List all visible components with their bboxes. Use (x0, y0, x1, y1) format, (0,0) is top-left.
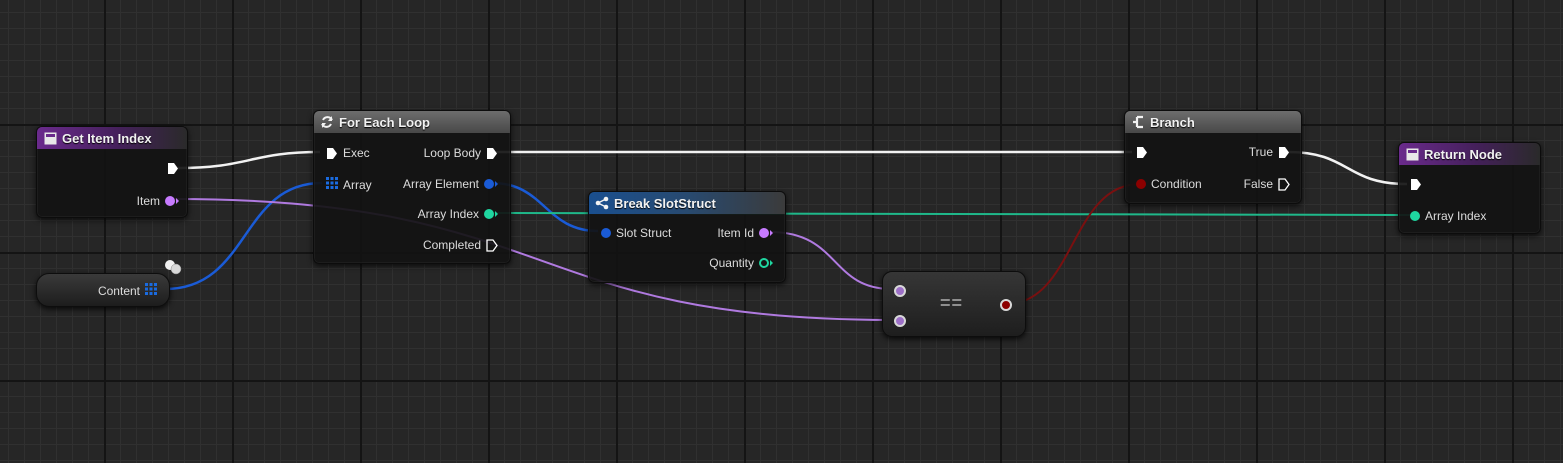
array-pin-label: Array (343, 177, 372, 192)
slot-struct-pin-label: Slot Struct (616, 226, 672, 240)
loop-body-pin-label: Loop Body (423, 146, 481, 160)
return-node-header[interactable]: Return Node (1399, 143, 1540, 165)
break-slot-struct-input-pin[interactable]: Slot Struct (601, 226, 676, 240)
struct-pin-icon (484, 179, 494, 189)
pin-arrow-icon (176, 198, 179, 204)
branch-exec-in-pin[interactable] (1136, 146, 1148, 159)
branch-condition-pin[interactable]: Condition (1136, 177, 1207, 191)
return-array-index-label: Array Index (1425, 209, 1487, 223)
pin-arrow-icon (770, 260, 773, 266)
break-struct-icon (595, 196, 609, 210)
for-each-loop-body-pin[interactable]: Loop Body (419, 146, 498, 160)
name-pin-icon (759, 228, 769, 238)
branch-header[interactable]: Branch (1125, 111, 1301, 133)
for-each-loop-header[interactable]: For Each Loop (314, 111, 510, 133)
for-each-array-index-pin[interactable]: Array Index (413, 207, 498, 221)
content-output-pin[interactable]: Content (93, 283, 157, 298)
break-slot-struct-node[interactable]: Break SlotStruct Slot Struct Item Id Qua… (588, 191, 786, 283)
struct-pin-icon (601, 228, 611, 238)
bool-pin-icon (1000, 299, 1012, 311)
true-pin-label: True (1248, 145, 1273, 159)
array-index-pin-label: Array Index (417, 207, 479, 221)
wire-equals-to-condition (1005, 183, 1141, 305)
content-label: Content (97, 283, 140, 298)
array-pin-icon (145, 283, 157, 298)
return-node-title: Return Node (1424, 146, 1502, 162)
array-element-pin-label: Array Element (402, 177, 479, 191)
name-pin-icon (165, 196, 175, 206)
equals-input-b-pin[interactable] (894, 314, 906, 332)
item-pin-label: Item (136, 194, 160, 208)
pin-arrow-icon (770, 230, 773, 236)
exec-pin-outline-icon (486, 238, 498, 252)
item-id-pin-label: Item Id (717, 226, 754, 240)
get-item-index-exec-out-pin[interactable] (167, 162, 179, 175)
array-pin-icon (326, 177, 338, 192)
for-each-completed-pin[interactable]: Completed (418, 238, 498, 252)
branch-node[interactable]: Branch Condition True False (1124, 110, 1302, 204)
exec-pin-icon (486, 147, 498, 160)
name-pin-icon (894, 285, 906, 297)
for-each-loop-node[interactable]: For Each Loop Exec Array Loop Body Array… (313, 110, 511, 264)
wire-exec-getitem-to-loop (177, 150, 321, 170)
for-each-loop-title: For Each Loop (339, 114, 430, 130)
for-each-exec-in-pin[interactable]: Exec (326, 146, 375, 160)
pin-arrow-icon (495, 181, 498, 187)
exec-pin-icon (326, 147, 338, 160)
return-array-index-pin[interactable]: Array Index (1410, 209, 1491, 223)
false-pin-label: False (1243, 177, 1273, 191)
pin-arrow-icon (495, 211, 498, 217)
break-slot-struct-header[interactable]: Break SlotStruct (589, 192, 785, 214)
break-item-id-pin[interactable]: Item Id (712, 226, 773, 240)
branch-false-pin[interactable]: False (1239, 177, 1290, 191)
function-icon (1405, 147, 1419, 161)
exec-pin-icon (167, 162, 179, 175)
wire-exec-true-to-return (1287, 150, 1408, 186)
variable-ring-icon (163, 259, 183, 280)
branch-true-pin[interactable]: True (1244, 145, 1290, 159)
get-item-index-node[interactable]: Get Item Index Item (36, 126, 188, 218)
branch-title: Branch (1150, 114, 1195, 130)
exec-pin-label: Exec (343, 146, 370, 160)
name-pin-icon (894, 315, 906, 327)
condition-pin-label: Condition (1151, 177, 1202, 191)
branch-icon (1131, 115, 1145, 129)
quantity-pin-label: Quantity (709, 256, 754, 270)
for-each-array-element-pin[interactable]: Array Element (398, 177, 498, 191)
int-pin-icon (484, 209, 494, 219)
get-item-index-header[interactable]: Get Item Index (37, 127, 187, 149)
exec-pin-outline-icon (1278, 177, 1290, 191)
int-pin-icon (1410, 211, 1420, 221)
exec-pin-icon (1410, 178, 1422, 191)
break-slot-struct-title: Break SlotStruct (614, 195, 716, 211)
equals-operator-label: == (940, 293, 964, 313)
break-quantity-pin[interactable]: Quantity (704, 256, 773, 270)
wire-itemid-to-equals (769, 231, 893, 290)
exec-pin-icon (1136, 146, 1148, 159)
equals-input-a-pin[interactable] (894, 284, 906, 302)
equals-node[interactable]: == (882, 271, 1026, 337)
get-item-index-title: Get Item Index (62, 130, 152, 146)
return-node[interactable]: Return Node Array Index (1398, 142, 1541, 234)
loop-macro-icon (320, 115, 334, 129)
return-exec-in-pin[interactable] (1410, 178, 1422, 191)
bool-pin-icon (1136, 179, 1146, 189)
equals-output-pin[interactable] (1000, 298, 1012, 316)
for-each-array-pin[interactable]: Array (326, 177, 377, 192)
get-item-index-item-pin[interactable]: Item (132, 194, 179, 208)
function-icon (43, 131, 57, 145)
content-variable-node[interactable]: Content (36, 273, 170, 307)
completed-pin-label: Completed (422, 238, 481, 252)
int-pin-outline-icon (759, 258, 769, 268)
exec-pin-icon (1278, 146, 1290, 159)
